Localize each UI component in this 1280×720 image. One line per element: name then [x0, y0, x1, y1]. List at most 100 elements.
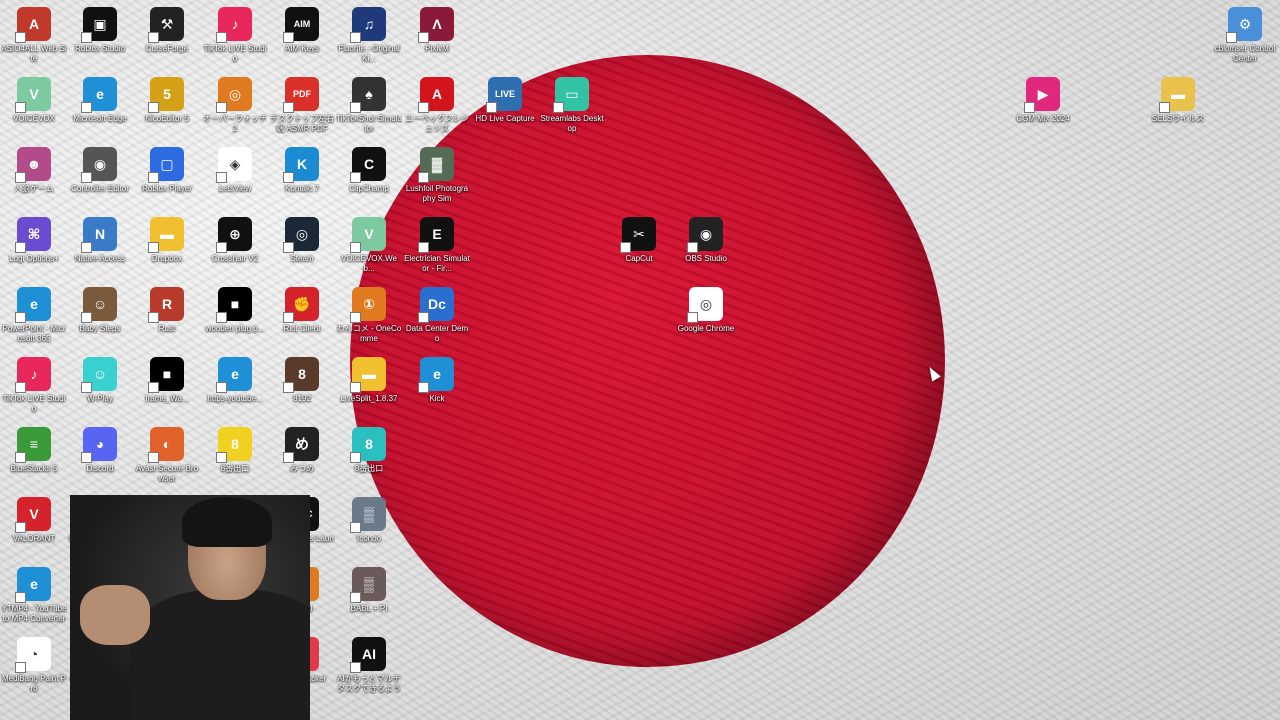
- desktop-shortcut[interactable]: めみつめ: [269, 427, 335, 474]
- desktop-shortcut[interactable]: Dc Data Center Demo: [404, 287, 470, 344]
- desktop-shortcut[interactable]: ♪ TikTok LIVE Studio: [202, 7, 268, 64]
- desktop-shortcut[interactable]: ☺ Baby Steps: [67, 287, 133, 334]
- desktop-shortcut[interactable]: N Native Access: [67, 217, 133, 264]
- shortcut-label: cblomser Control Center: [1214, 44, 1276, 63]
- desktop-shortcut[interactable]: ■ frame_Wa...: [134, 357, 200, 404]
- app-icon: ☺: [81, 357, 117, 393]
- desktop-shortcut[interactable]: e PowerPoint - Microsoft 365: [1, 287, 67, 344]
- desktop-shortcut[interactable]: e Kick: [404, 357, 470, 404]
- shortcut-label: 人狼ゲーム: [14, 184, 54, 193]
- desktop-shortcut[interactable]: ◈ LetsView: [202, 147, 268, 194]
- desktop-shortcut[interactable]: V VOICEVOX.Web...: [336, 217, 402, 274]
- app-icon: e: [216, 357, 252, 393]
- desktop-shortcut[interactable]: ✊ Riot Client: [269, 287, 335, 334]
- desktop-shortcut[interactable]: 5 NicoEditor 5: [134, 77, 200, 124]
- app-icon: 8: [350, 427, 386, 463]
- app-icon: ⊕: [216, 217, 252, 253]
- desktop-shortcut[interactable]: ◎ Google Chrome: [673, 287, 739, 334]
- desktop-shortcut[interactable]: ▢ Roblox Player: [134, 147, 200, 194]
- shortcut-label: CapCut: [625, 254, 653, 263]
- app-icon: ◉: [81, 147, 117, 183]
- desktop-shortcut[interactable]: ◐ Avast Secure Browser: [134, 427, 200, 484]
- desktop-shortcut[interactable]: ✂ CapCut: [606, 217, 672, 264]
- desktop-shortcut[interactable]: A エーペックスレジェンズ: [404, 77, 470, 134]
- desktop-shortcut[interactable]: ▒ Iconoo: [336, 497, 402, 544]
- desktop-shortcut[interactable]: ⊕ Crosshair V2: [202, 217, 268, 264]
- desktop-shortcut[interactable]: V VALORANT: [1, 497, 67, 544]
- shortcut-label: https-youtube...: [207, 394, 263, 403]
- desktop-shortcut[interactable]: ■ wooden plug p...: [202, 287, 268, 334]
- shortcut-label: Streamlabs Desktop: [540, 114, 604, 133]
- desktop-shortcut[interactable]: ▬ LiveSplit_1.8.37: [336, 357, 402, 404]
- desktop-shortcut[interactable]: ♪ TikTok LIVE Studio: [1, 357, 67, 414]
- desktop-shortcut[interactable]: e https-youtube...: [202, 357, 268, 404]
- shortcut-label: wooden plug p...: [205, 324, 265, 333]
- app-icon: Λ: [418, 7, 454, 43]
- shortcut-label: BlueStacks 5: [10, 464, 58, 473]
- desktop-shortcut[interactable]: ▶ CGM Mix 2024: [1010, 77, 1076, 124]
- desktop-shortcut[interactable]: Λ PixivM: [404, 7, 470, 54]
- desktop-shortcut[interactable]: V VOICEVOX: [1, 77, 67, 124]
- app-icon: V: [15, 497, 51, 533]
- desktop-shortcut[interactable]: ≡ BlueStacks 5: [1, 427, 67, 474]
- shortcut-label: Discord: [86, 464, 114, 473]
- webcam-person-hand: [80, 585, 150, 645]
- app-icon: ▬: [350, 357, 386, 393]
- desktop-shortcut[interactable]: ◎ オーバーウォッチ2: [202, 77, 268, 134]
- desktop-shortcut[interactable]: C ClipChamp: [336, 147, 402, 194]
- app-icon: ▒: [350, 497, 386, 533]
- webcam-overlay: [70, 495, 310, 720]
- desktop-shortcut[interactable]: R Rust: [134, 287, 200, 334]
- app-icon: め: [283, 427, 319, 463]
- desktop-shortcut[interactable]: ⌘ Logi Options+: [1, 217, 67, 264]
- desktop-shortcut[interactable]: K Kontakt 7: [269, 147, 335, 194]
- app-icon: ▓: [418, 147, 454, 183]
- app-icon: e: [15, 287, 51, 323]
- desktop-shortcut[interactable]: 8 8番出口: [336, 427, 402, 474]
- desktop-shortcut[interactable]: PDF デスクトップ左右端 ASMR PDF: [269, 77, 335, 134]
- app-icon: ⌘: [15, 217, 51, 253]
- app-icon: R: [148, 287, 184, 323]
- shortcut-label: Google Chrome: [677, 324, 735, 333]
- desktop-shortcut[interactable]: ▒ BABL + PI: [336, 567, 402, 614]
- shortcut-label: LetsView: [218, 184, 252, 193]
- desktop-shortcut[interactable]: ♠ TikTokShot Simulator: [336, 77, 402, 134]
- desktop-shortcut[interactable]: e YTMP4 - YouTube to MP4 Converter: [1, 567, 67, 624]
- desktop-shortcut[interactable]: ☻ 人狼ゲーム: [1, 147, 67, 194]
- desktop-shortcut[interactable]: ◉ Controller Editor: [67, 147, 133, 194]
- desktop-shortcut[interactable]: E Electrician Simulator - Fir...: [404, 217, 470, 274]
- desktop-shortcut[interactable]: ☺ W-Play: [67, 357, 133, 404]
- app-icon: ♪: [15, 357, 51, 393]
- desktop-shortcut[interactable]: ▬ SELSウイルス: [1145, 77, 1211, 124]
- desktop-shortcut[interactable]: A ASIO4ALL Web Site: [1, 7, 67, 64]
- shortcut-label: Lushfoil Photography Sim: [405, 184, 469, 203]
- desktop-shortcut[interactable]: ◕ Discord: [67, 427, 133, 474]
- app-icon: ①: [350, 287, 386, 323]
- desktop-shortcut[interactable]: e Microsoft Edge: [67, 77, 133, 124]
- desktop-shortcut[interactable]: ▣ Roblox Studio: [67, 7, 133, 54]
- desktop-shortcut[interactable]: AIAIがもっとマルチタスクできるようにする...: [336, 637, 402, 694]
- desktop-shortcut[interactable]: 8 8192: [269, 357, 335, 404]
- desktop-shortcut[interactable]: ▓ Lushfoil Photography Sim: [404, 147, 470, 204]
- app-icon: ◎: [283, 217, 319, 253]
- desktop-shortcut[interactable]: ① わんコメ - OneComme: [336, 287, 402, 344]
- shortcut-label: Electrician Simulator - Fir...: [404, 254, 470, 273]
- desktop-shortcut[interactable]: LIVE HD Live Capture: [472, 77, 538, 124]
- webcam-person-hair: [182, 497, 272, 547]
- shortcut-label: PowerPoint - Microsoft 365: [2, 324, 66, 343]
- app-icon: A: [418, 77, 454, 113]
- app-icon: A: [15, 7, 51, 43]
- app-icon: LIVE: [486, 77, 522, 113]
- desktop-shortcut[interactable]: ◉ OBS Studio: [673, 217, 739, 264]
- shortcut-label: AIがもっとマルチタスクできるようにする...: [337, 674, 401, 693]
- desktop-shortcut[interactable]: AIM AIM Keys: [269, 7, 335, 54]
- desktop-shortcut[interactable]: ♫ Fluorite - Original Ki...: [336, 7, 402, 64]
- desktop-shortcut[interactable]: ⚒ CurseForge: [134, 7, 200, 54]
- desktop-shortcut[interactable]: ◔ MediBang Paint Pro: [1, 637, 67, 694]
- shortcut-label: OBS Studio: [685, 254, 727, 263]
- desktop-shortcut[interactable]: 8 8番出口: [202, 427, 268, 474]
- desktop-shortcut[interactable]: ⚙ cblomser Control Center: [1212, 7, 1278, 64]
- desktop-shortcut[interactable]: ▭ Streamlabs Desktop: [539, 77, 605, 134]
- desktop-shortcut[interactable]: ▬ Dropbox: [134, 217, 200, 264]
- desktop-shortcut[interactable]: ◎ Steam: [269, 217, 335, 264]
